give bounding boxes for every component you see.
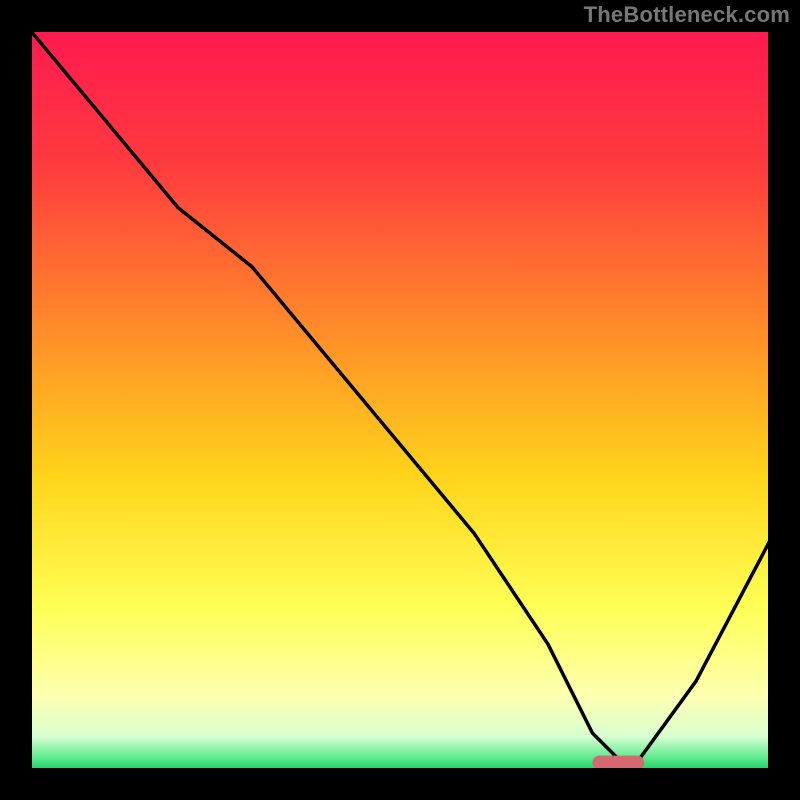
bottleneck-chart xyxy=(0,0,800,800)
optimal-range-marker xyxy=(592,756,644,770)
plot-background xyxy=(30,30,770,770)
watermark-label: TheBottleneck.com xyxy=(584,2,790,28)
